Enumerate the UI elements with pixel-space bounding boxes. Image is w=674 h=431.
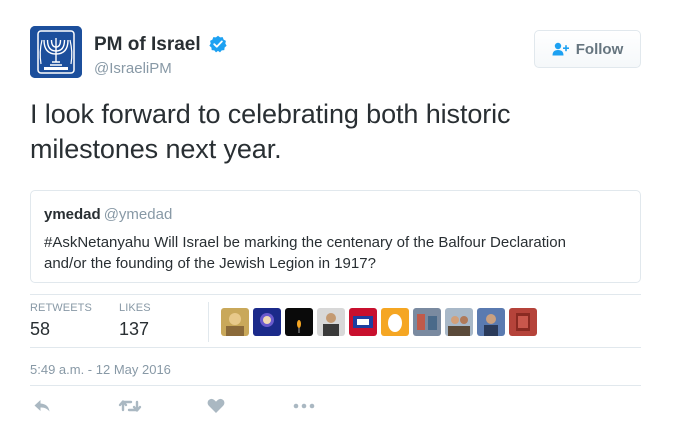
like-icon: [207, 398, 225, 413]
like-button[interactable]: [206, 396, 230, 416]
author-avatar[interactable]: [30, 26, 82, 78]
likes-stat[interactable]: LIKES 137: [119, 302, 151, 340]
author-display-name[interactable]: PM of Israel: [94, 34, 201, 56]
stats-separator: [208, 302, 209, 342]
liker-avatar[interactable]: [349, 308, 377, 336]
liker-avatar[interactable]: [381, 308, 409, 336]
retweets-stat[interactable]: RETWEETS 58: [30, 302, 92, 340]
likes-label: LIKES: [119, 302, 151, 314]
add-user-icon: [552, 42, 569, 56]
quoted-tweet-text: #AskNetanyahu Will Israel be marking the…: [44, 234, 566, 272]
follow-button-label: Follow: [575, 40, 624, 58]
tweet-header: PM of Israel @IsraeliPM Follow: [30, 26, 641, 82]
liker-avatar[interactable]: [477, 308, 505, 336]
divider-middle: [30, 347, 641, 348]
liker-avatar[interactable]: [445, 308, 473, 336]
divider-bottom: [30, 385, 641, 386]
quoted-author-name: ymedad: [44, 206, 101, 223]
liker-avatar[interactable]: [317, 308, 345, 336]
quoted-tweet[interactable]: ymedad @ymedad #AskNetanyahu Will Israel …: [30, 190, 641, 283]
israel-emblem-icon: [30, 26, 82, 78]
retweet-button[interactable]: [118, 396, 142, 416]
verified-badge-icon: [209, 35, 227, 53]
liker-avatar[interactable]: [253, 308, 281, 336]
author-screen-name[interactable]: @IsraeliPM: [94, 59, 227, 79]
more-button[interactable]: [292, 396, 316, 416]
liker-avatar[interactable]: [413, 308, 441, 336]
likes-count: 137: [119, 319, 150, 339]
liker-avatar[interactable]: [285, 308, 313, 336]
quoted-author-handle: @ymedad: [103, 206, 173, 223]
liker-avatars: [221, 308, 541, 336]
reply-icon: [34, 400, 50, 412]
liker-avatar[interactable]: [221, 308, 249, 336]
retweet-icon: [118, 400, 142, 412]
retweets-label: RETWEETS: [30, 302, 92, 314]
liker-avatar[interactable]: [509, 308, 537, 336]
tweet-timestamp[interactable]: 5:49 a.m. - 12 May 2016: [30, 362, 171, 378]
divider-top: [30, 294, 641, 295]
tweet-text: I look forward to celebrating both histo…: [30, 99, 511, 164]
follow-button[interactable]: Follow: [534, 30, 641, 68]
quoted-tweet-header: ymedad @ymedad: [44, 205, 627, 225]
more-icon: [293, 403, 315, 409]
reply-button[interactable]: [32, 396, 56, 416]
author-name-block[interactable]: PM of Israel @IsraeliPM: [94, 34, 227, 79]
retweets-count: 58: [30, 319, 51, 339]
